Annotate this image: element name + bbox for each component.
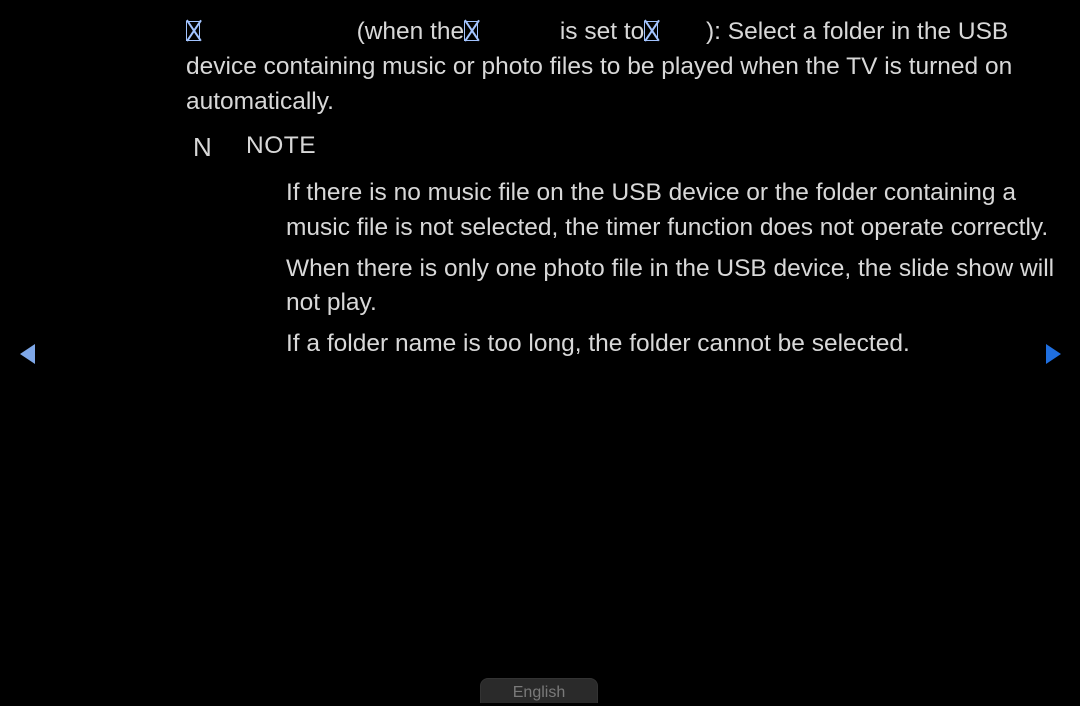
note-item: If there is no music file on the USB dev… <box>286 176 1075 246</box>
next-page-button[interactable] <box>1044 342 1064 366</box>
intro-paragraph: (when the is set to ): Select a folder i… <box>186 15 1075 119</box>
intro-seg1: (when the <box>357 18 465 45</box>
help-content: (when the is set to ): Select a folder i… <box>186 15 1075 368</box>
note-icon: N <box>193 129 213 166</box>
triangle-left-icon <box>17 342 37 366</box>
note-block: N NOTE If there is no music file on the … <box>186 129 1075 362</box>
placeholder-glyph-icon <box>644 21 658 41</box>
placeholder-glyph-icon <box>464 21 478 41</box>
language-indicator[interactable]: English <box>480 678 598 703</box>
intro-seg2: is set to <box>560 18 644 45</box>
triangle-right-icon <box>1044 342 1064 366</box>
note-item: When there is only one photo file in the… <box>286 252 1075 322</box>
note-items: If there is no music file on the USB dev… <box>246 176 1075 362</box>
prev-page-button[interactable] <box>17 342 37 366</box>
note-label: NOTE <box>246 132 316 159</box>
note-item: If a folder name is too long, the folder… <box>286 327 1075 362</box>
placeholder-glyph-icon <box>186 21 200 41</box>
